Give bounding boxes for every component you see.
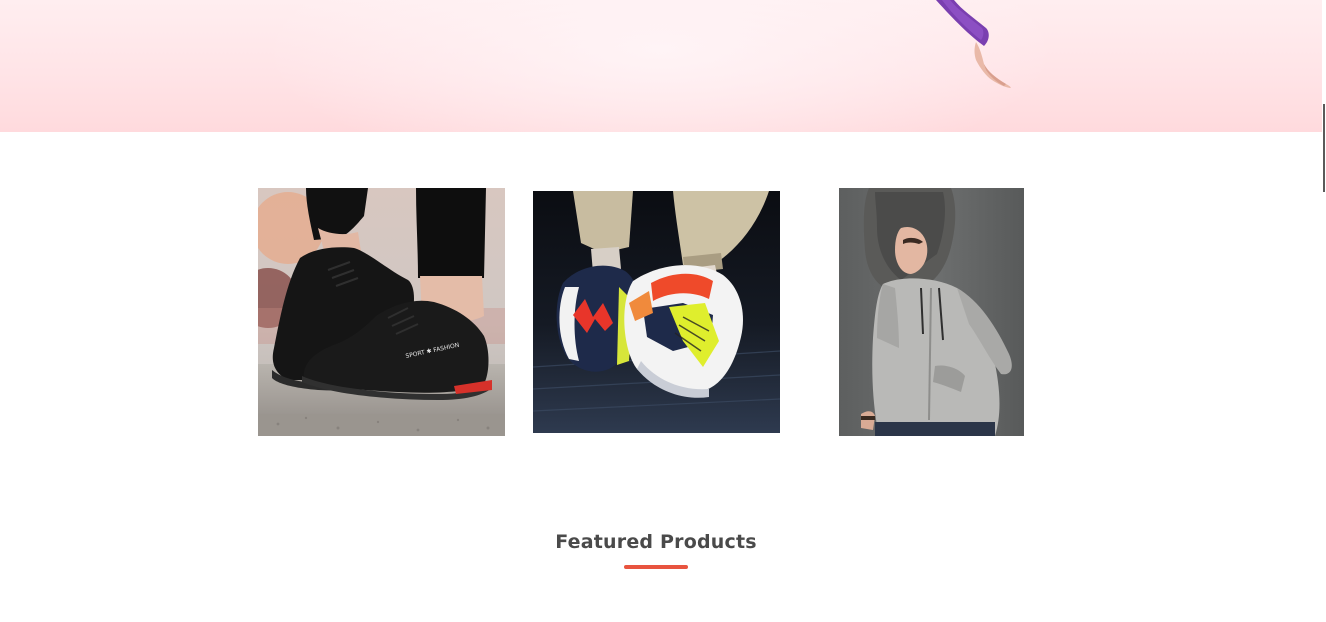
hero-banner xyxy=(0,0,1322,132)
page-scrollbar[interactable] xyxy=(1322,0,1326,622)
scrollbar-thumb[interactable] xyxy=(1323,104,1325,192)
category-tile-hoodies[interactable] xyxy=(839,188,1024,436)
featured-products-underline xyxy=(624,565,688,569)
hero-model-arm-image xyxy=(936,0,1011,88)
grey-hoodie-image xyxy=(839,188,1024,436)
featured-products-title: Featured Products xyxy=(555,531,757,553)
page: SPORT ✱ FASHION Featured Products xyxy=(0,0,1326,622)
category-tile-running-shoes[interactable] xyxy=(533,191,780,433)
colorful-sneakers-image xyxy=(533,191,780,433)
black-sneakers-image: SPORT ✱ FASHION xyxy=(258,188,505,436)
category-tile-sneakers[interactable]: SPORT ✱ FASHION xyxy=(258,188,505,436)
